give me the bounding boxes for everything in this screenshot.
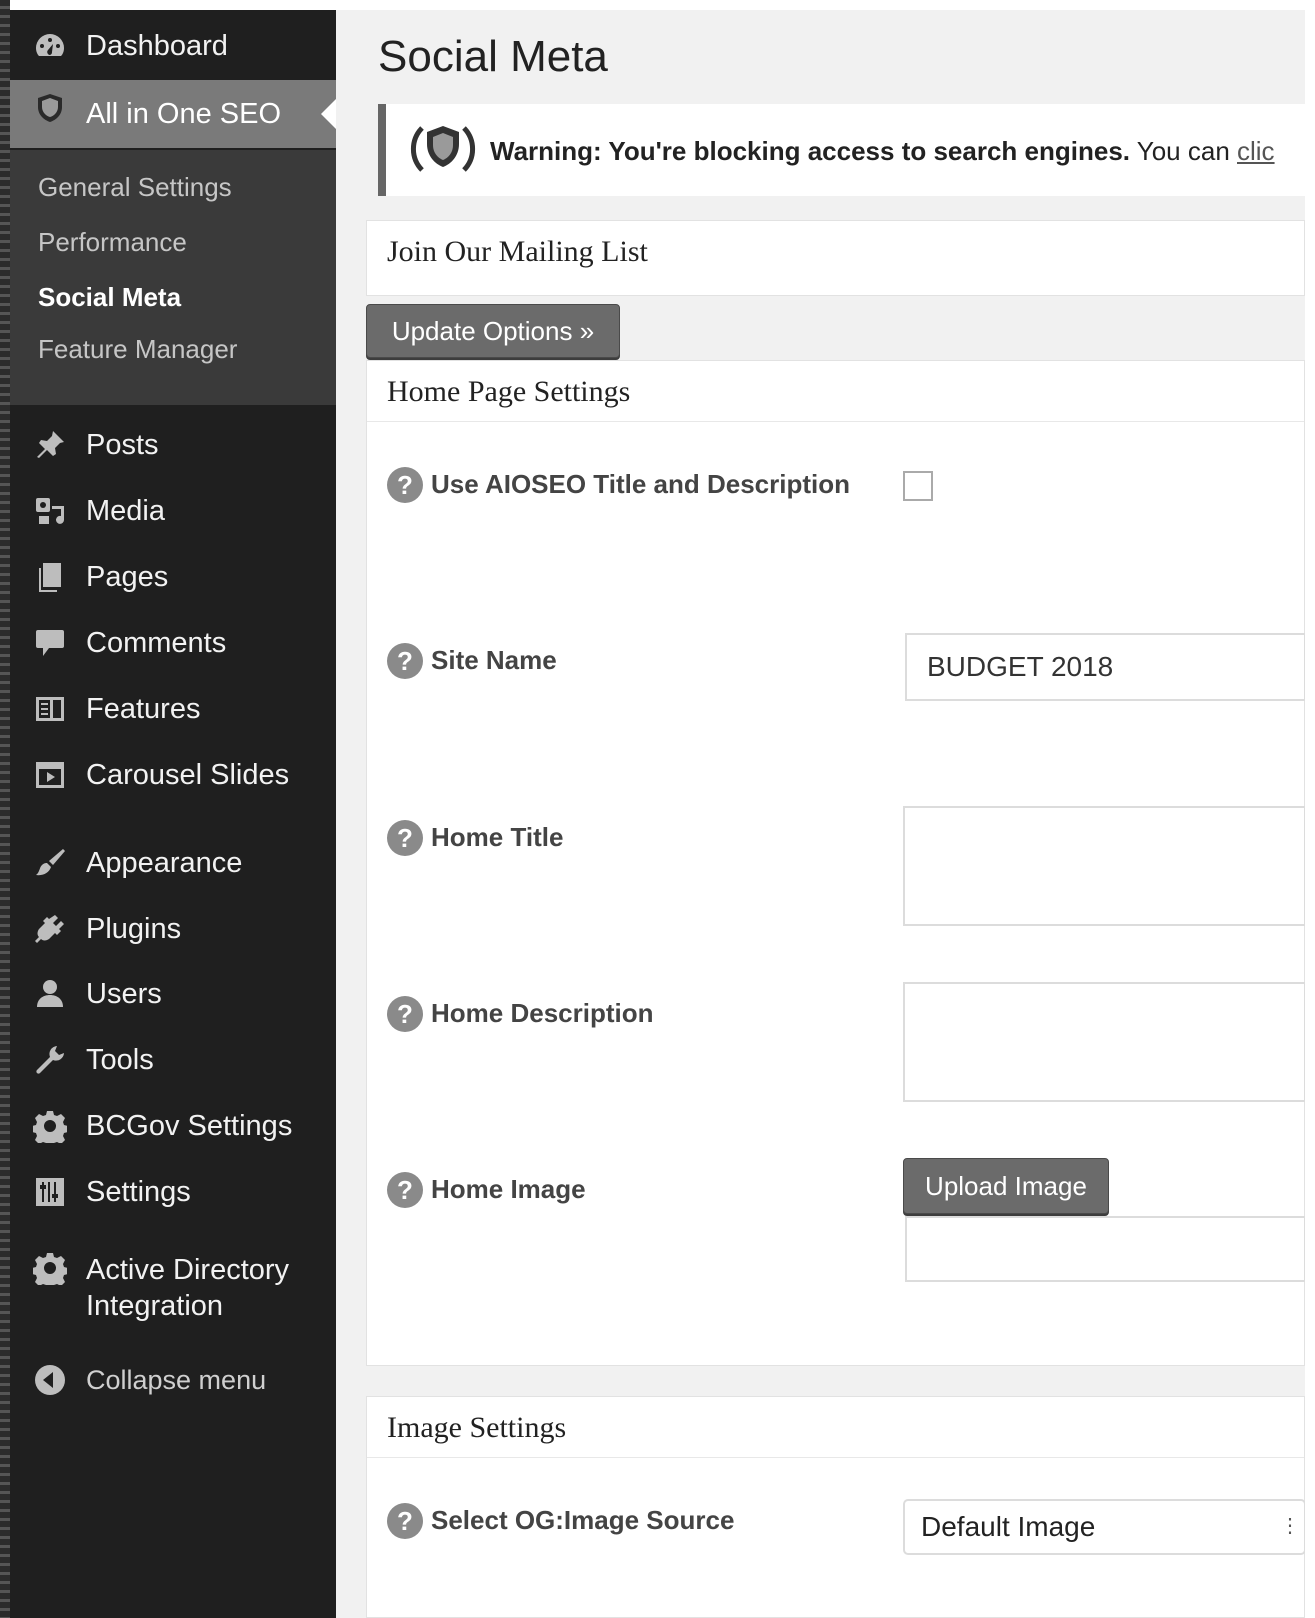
active-menu-arrow [321, 98, 337, 130]
menu-item-tools[interactable]: Tools [10, 1030, 336, 1090]
menu-label-carousel-slides: Carousel Slides [86, 758, 290, 791]
menu-item-comments[interactable]: Comments [10, 613, 336, 673]
home-page-settings-title: Home Page Settings [387, 375, 631, 408]
collapse-menu-button[interactable]: Collapse menu [10, 1350, 336, 1410]
menu-label-users: Users [86, 977, 162, 1010]
page-title: Social Meta [378, 32, 608, 81]
menu-label-posts: Posts [86, 428, 159, 461]
menu-item-bcgov-settings[interactable]: BCGov Settings [10, 1096, 336, 1156]
upload-image-button[interactable]: Upload Image [903, 1158, 1109, 1214]
menu-item-plugins[interactable]: Plugins [10, 899, 336, 959]
submenu-performance[interactable]: Performance [38, 227, 187, 258]
submenu-feature-manager[interactable]: Feature Manager [38, 334, 237, 365]
wrench-icon [30, 1040, 70, 1080]
left-frame-edge [0, 0, 10, 1618]
menu-label-pages: Pages [86, 560, 169, 593]
menu-label-active-directory-2: Integration [86, 1290, 224, 1322]
field-label-og-image-source: Select OG:Image Source [431, 1505, 735, 1535]
menu-item-posts[interactable]: Posts [10, 415, 336, 475]
pin-icon [30, 425, 70, 465]
menu-label-appearance: Appearance [86, 846, 243, 879]
help-icon[interactable]: ? [387, 1172, 423, 1208]
field-label-home-title: Home Title [431, 822, 564, 852]
menu-label-dashboard: Dashboard [86, 29, 228, 62]
home-title-textarea[interactable] [903, 806, 1306, 926]
help-icon[interactable]: ? [387, 996, 423, 1032]
warning-rest-text: You can [1130, 136, 1237, 166]
image-settings-title: Image Settings [387, 1411, 567, 1444]
comment-icon [30, 623, 70, 663]
menu-label-plugins: Plugins [86, 912, 182, 945]
warning-bold-text: Warning: You're blocking access to searc… [490, 136, 1130, 166]
og-image-source-select[interactable]: Default Image ⋮ [903, 1499, 1306, 1555]
mailing-list-panel[interactable]: Join Our Mailing List [366, 220, 1305, 296]
paintbrush-icon [30, 843, 70, 883]
plug-icon [30, 909, 70, 949]
menu-item-media[interactable]: Media [10, 481, 336, 541]
image-settings-panel: Image Settings ? Select OG:Image Source … [366, 1396, 1306, 1618]
shield-icon [30, 88, 70, 128]
panel-header: Home Page Settings [367, 361, 1304, 422]
menu-item-all-in-one-seo[interactable]: All in One SEO [10, 80, 337, 148]
og-image-source-value: Default Image [921, 1511, 1096, 1542]
menu-item-pages[interactable]: Pages [10, 547, 336, 607]
sliders-icon [30, 1172, 70, 1212]
menu-label-media: Media [86, 494, 165, 527]
mailing-list-title: Join Our Mailing List [387, 235, 648, 268]
field-label-home-image: Home Image [431, 1174, 586, 1204]
warning-text: Warning: You're blocking access to searc… [490, 136, 1275, 167]
chevron-down-icon: ⋮ [1280, 1515, 1300, 1537]
menu-item-features[interactable]: Features [10, 679, 336, 739]
collapse-arrow-icon [30, 1360, 70, 1400]
submenu-general-settings[interactable]: General Settings [38, 172, 232, 203]
help-icon[interactable]: ? [387, 820, 423, 856]
field-label-use-aioseo: Use AIOSEO Title and Description [431, 469, 850, 499]
gear-icon [30, 1106, 70, 1146]
menu-item-active-directory[interactable]: Active Directory Integration [10, 1248, 336, 1324]
field-label-site-name: Site Name [431, 645, 557, 675]
menu-label-tools: Tools [86, 1043, 154, 1076]
warning-click-link[interactable]: clic [1237, 136, 1275, 166]
panel-header: Image Settings [367, 1397, 1304, 1458]
menu-item-settings[interactable]: Settings [10, 1162, 336, 1222]
use-aioseo-checkbox[interactable] [903, 471, 933, 501]
home-page-settings-panel: Home Page Settings ? Use AIOSEO Title an… [366, 360, 1306, 1366]
seo-submenu: General Settings Performance Social Meta… [10, 150, 336, 405]
menu-label-all-in-one-seo: All in One SEO [86, 97, 282, 130]
submenu-social-meta[interactable]: Social Meta [38, 282, 181, 313]
menu-label-bcgov-settings: BCGov Settings [86, 1109, 293, 1142]
menu-item-appearance[interactable]: Appearance [10, 833, 336, 893]
main-content: Social Meta Warning: You're blocking acc… [336, 10, 1306, 1618]
home-description-textarea[interactable] [903, 982, 1306, 1102]
dashboard-icon [30, 26, 70, 66]
menu-label-features: Features [86, 692, 201, 725]
site-name-input[interactable]: BUDGET 2018 [905, 633, 1306, 701]
user-icon [30, 974, 70, 1014]
media-icon [30, 491, 70, 531]
pages-icon [30, 557, 70, 597]
collapse-menu-label: Collapse menu [86, 1364, 267, 1395]
update-options-button[interactable]: Update Options » [366, 304, 620, 358]
top-frame [0, 0, 1315, 10]
aioseo-logo-icon [408, 116, 478, 182]
home-image-url-input[interactable] [905, 1216, 1306, 1282]
right-crop-edge [1305, 0, 1315, 1618]
admin-sidebar: Dashboard All in One SEO General Setting… [10, 10, 337, 1618]
menu-item-users[interactable]: Users [10, 964, 336, 1024]
menu-label-settings: Settings [86, 1175, 191, 1208]
menu-item-carousel-slides[interactable]: Carousel Slides [10, 745, 336, 805]
help-icon[interactable]: ? [387, 643, 423, 679]
features-icon [30, 689, 70, 729]
menu-label-active-directory-1: Active Directory [86, 1254, 290, 1286]
film-icon [30, 755, 70, 795]
warning-notice: Warning: You're blocking access to searc… [378, 104, 1305, 196]
menu-item-dashboard[interactable]: Dashboard [10, 16, 336, 76]
help-icon[interactable]: ? [387, 1503, 423, 1539]
field-label-home-description: Home Description [431, 998, 654, 1028]
gear-icon [30, 1248, 70, 1288]
menu-label-comments: Comments [86, 626, 227, 659]
help-icon[interactable]: ? [387, 467, 423, 503]
